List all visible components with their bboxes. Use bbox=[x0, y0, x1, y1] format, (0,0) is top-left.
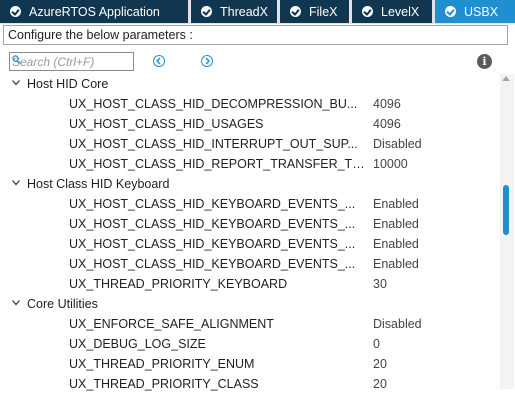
tab-label: ThreadX bbox=[220, 4, 268, 19]
chevron-down-icon[interactable] bbox=[12, 300, 20, 306]
search-input[interactable] bbox=[12, 54, 122, 69]
check-circle-icon bbox=[10, 6, 21, 17]
tab-label: USBX bbox=[464, 4, 499, 19]
search-next-button[interactable] bbox=[201, 55, 213, 67]
group-label: Core Utilities bbox=[27, 297, 98, 311]
param-value[interactable]: Enabled bbox=[373, 234, 419, 254]
param-row[interactable]: UX_HOST_CLASS_HID_KEYBOARD_EVENTS_... En… bbox=[0, 234, 500, 254]
scroll-up-arrow[interactable] bbox=[502, 76, 510, 81]
tab-azurertos-application[interactable]: AzureRTOS Application bbox=[0, 0, 188, 23]
param-name: UX_HOST_CLASS_HID_REPORT_TRANSFER_TI... bbox=[69, 157, 366, 171]
param-value[interactable]: Enabled bbox=[373, 214, 419, 234]
param-name: UX_HOST_CLASS_HID_KEYBOARD_EVENTS_... bbox=[69, 257, 356, 271]
param-name: UX_THREAD_PRIORITY_KEYBOARD bbox=[69, 277, 288, 291]
tab-levelx[interactable]: LevelX bbox=[352, 0, 432, 23]
info-icon[interactable]: i bbox=[477, 54, 492, 69]
arrow-right-circle-icon bbox=[205, 57, 211, 65]
param-name: UX_HOST_CLASS_HID_DECOMPRESSION_BU... bbox=[69, 97, 358, 111]
param-row[interactable]: UX_HOST_CLASS_HID_KEYBOARD_EVENTS_... En… bbox=[0, 194, 500, 214]
param-value[interactable]: 20 bbox=[373, 374, 387, 394]
param-name: UX_HOST_CLASS_HID_KEYBOARD_EVENTS_... bbox=[69, 217, 356, 231]
param-value[interactable]: 30 bbox=[373, 274, 387, 294]
param-name: UX_HOST_CLASS_HID_KEYBOARD_EVENTS_... bbox=[69, 237, 356, 251]
tab-label: LevelX bbox=[381, 4, 420, 19]
chevron-down-icon[interactable] bbox=[12, 80, 20, 86]
tab-label: AzureRTOS Application bbox=[29, 4, 160, 19]
scrollbar-thumb[interactable] bbox=[503, 185, 509, 235]
search-box[interactable] bbox=[9, 52, 134, 71]
param-name: UX_THREAD_PRIORITY_ENUM bbox=[69, 357, 255, 371]
group-core-utilities[interactable]: Core Utilities bbox=[0, 294, 500, 314]
chevron-down-icon[interactable] bbox=[12, 180, 20, 186]
param-row[interactable]: UX_HOST_CLASS_HID_INTERRUPT_OUT_SUP... D… bbox=[0, 134, 500, 154]
group-host-class-hid-keyboard[interactable]: Host Class HID Keyboard bbox=[0, 174, 500, 194]
param-value[interactable]: Disabled bbox=[373, 314, 422, 334]
param-row[interactable]: UX_THREAD_PRIORITY_KEYBOARD 30 bbox=[0, 274, 500, 294]
param-row[interactable]: UX_HOST_CLASS_HID_REPORT_TRANSFER_TI... … bbox=[0, 154, 500, 174]
tab-label: FileX bbox=[309, 4, 338, 19]
group-label: Host HID Core bbox=[27, 77, 109, 91]
param-value[interactable]: 20 bbox=[373, 354, 387, 374]
param-row[interactable]: UX_HOST_CLASS_HID_USAGES 4096 bbox=[0, 114, 500, 134]
param-value[interactable]: 4096 bbox=[373, 94, 401, 114]
search-icon bbox=[12, 55, 21, 64]
param-name: UX_HOST_CLASS_HID_KEYBOARD_EVENTS_... bbox=[69, 197, 356, 211]
param-value[interactable]: Enabled bbox=[373, 254, 419, 274]
check-circle-icon bbox=[290, 6, 301, 17]
param-value[interactable]: 10000 bbox=[373, 154, 408, 174]
param-row[interactable]: UX_THREAD_PRIORITY_ENUM 20 bbox=[0, 354, 500, 374]
check-circle-icon bbox=[362, 6, 373, 17]
tab-usbx[interactable]: USBX bbox=[435, 0, 515, 23]
group-host-hid-core[interactable]: Host HID Core bbox=[0, 74, 500, 94]
group-label: Host Class HID Keyboard bbox=[27, 177, 170, 191]
tab-filex[interactable]: FileX bbox=[280, 0, 349, 23]
param-name: UX_THREAD_PRIORITY_CLASS bbox=[69, 377, 259, 391]
tab-bar: AzureRTOS Application ThreadX FileX Leve… bbox=[0, 0, 515, 24]
arrow-left-circle-icon bbox=[155, 57, 161, 65]
param-name: UX_HOST_CLASS_HID_USAGES bbox=[69, 117, 264, 131]
param-row[interactable]: UX_HOST_CLASS_HID_KEYBOARD_EVENTS_... En… bbox=[0, 214, 500, 234]
param-row[interactable]: UX_THREAD_PRIORITY_CLASS 20 bbox=[0, 374, 500, 394]
check-circle-icon bbox=[445, 6, 456, 17]
param-value[interactable]: 4096 bbox=[373, 114, 401, 134]
param-row[interactable]: UX_HOST_CLASS_HID_DECOMPRESSION_BU... 40… bbox=[0, 94, 500, 114]
config-label: Configure the below parameters : bbox=[8, 28, 193, 42]
param-row[interactable]: UX_HOST_CLASS_HID_KEYBOARD_EVENTS_... En… bbox=[0, 254, 500, 274]
config-header: Configure the below parameters : bbox=[3, 25, 508, 45]
check-circle-icon bbox=[201, 6, 212, 17]
param-row[interactable]: UX_DEBUG_LOG_SIZE 0 bbox=[0, 334, 500, 354]
tab-threadx[interactable]: ThreadX bbox=[191, 0, 277, 23]
param-name: UX_HOST_CLASS_HID_INTERRUPT_OUT_SUP... bbox=[69, 137, 358, 151]
param-value[interactable]: 0 bbox=[373, 334, 380, 354]
param-name: UX_DEBUG_LOG_SIZE bbox=[69, 337, 206, 351]
param-row[interactable]: UX_ENFORCE_SAFE_ALIGNMENT Disabled bbox=[0, 314, 500, 334]
param-value[interactable]: Enabled bbox=[373, 194, 419, 214]
search-prev-button[interactable] bbox=[153, 55, 165, 67]
param-value[interactable]: Disabled bbox=[373, 134, 422, 154]
param-name: UX_ENFORCE_SAFE_ALIGNMENT bbox=[69, 317, 274, 331]
